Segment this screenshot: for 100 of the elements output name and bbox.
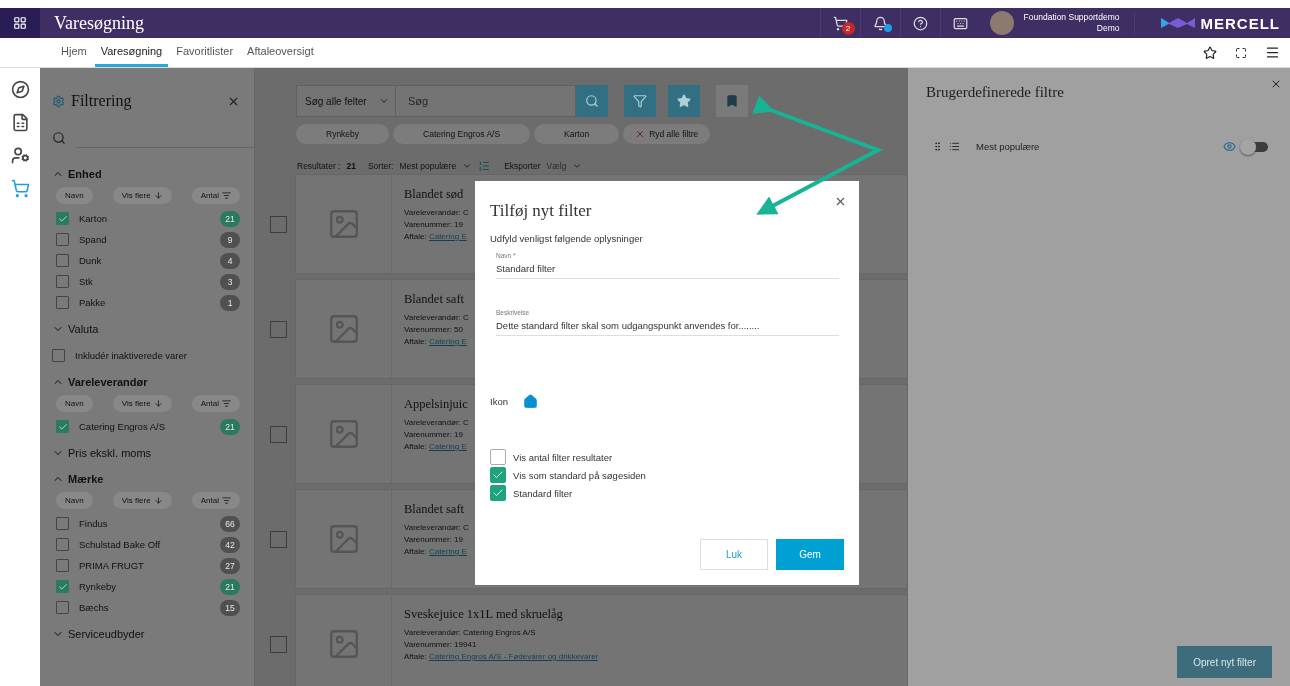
checkbox[interactable]: [56, 420, 69, 433]
sort-select[interactable]: Mest populære: [399, 160, 457, 171]
sort-button[interactable]: Antal: [191, 492, 240, 509]
check-icon: [57, 581, 68, 592]
filter-chip[interactable]: Karton: [534, 124, 620, 144]
search-button[interactable]: [576, 85, 608, 117]
checkbox[interactable]: [56, 275, 69, 288]
cart-icon[interactable]: [10, 179, 30, 198]
panel-title: Filtrering: [71, 92, 133, 110]
agreement-link[interactable]: Catering E: [428, 337, 467, 346]
section-header[interactable]: Enhed: [52, 164, 102, 184]
facet-label: Spand: [79, 234, 108, 245]
checkbox[interactable]: [490, 467, 506, 483]
arrow-down-icon: [153, 496, 163, 505]
sort-button[interactable]: Vis flere: [112, 395, 172, 412]
close-button[interactable]: [1270, 78, 1282, 90]
item-number-text: Varenummer: 19: [404, 535, 464, 544]
checkbox[interactable]: [490, 449, 506, 465]
filter-chip[interactable]: Catering Engros A/S: [393, 124, 531, 144]
logo-icon: [1160, 16, 1195, 30]
sort-button[interactable]: Vis flere: [112, 187, 172, 204]
user-settings-icon[interactable]: [10, 146, 30, 165]
toggle-switch[interactable]: [1242, 141, 1268, 152]
icon-picker-button[interactable]: [522, 394, 538, 409]
close-button[interactable]: [834, 195, 847, 208]
checkbox[interactable]: [56, 517, 69, 530]
settings-button[interactable]: [52, 94, 65, 108]
sort-button[interactable]: Vis flere: [112, 492, 172, 509]
export-select[interactable]: Vælg: [546, 160, 567, 171]
checkbox[interactable]: [56, 580, 69, 593]
search-field[interactable]: Søg: [396, 85, 576, 117]
checkbox[interactable]: [56, 296, 69, 309]
search-scope-select[interactable]: Søg alle felter: [296, 85, 396, 117]
row-checkbox[interactable]: [270, 635, 287, 653]
dialog-intro: Udfyld venligst følgende oplysninger: [490, 233, 644, 244]
menu-button[interactable]: [1265, 45, 1280, 60]
agreement-text: Aftale: Catering E: [404, 232, 468, 241]
facet-label: Bæchs: [79, 602, 110, 613]
row-checkbox[interactable]: [270, 425, 287, 443]
spreadsheet-icon[interactable]: [10, 113, 30, 132]
section-header[interactable]: Mærke: [52, 469, 104, 489]
checkbox[interactable]: [52, 349, 65, 362]
row-checkbox[interactable]: [270, 320, 287, 338]
checkbox[interactable]: [56, 559, 69, 572]
checkbox[interactable]: [56, 601, 69, 614]
row-checkbox[interactable]: [270, 215, 287, 233]
search-icon: [585, 94, 599, 108]
count-badge: 21: [220, 578, 240, 595]
nav-tab[interactable]: Aftaleoversigt: [241, 38, 320, 67]
sort-label: Sorter:: [367, 160, 394, 171]
search-button[interactable]: [52, 131, 66, 145]
sort-button[interactable]: Navn: [56, 492, 93, 509]
row-checkbox[interactable]: [270, 530, 287, 548]
bookmark-button[interactable]: [716, 85, 748, 117]
save-button[interactable]: Gem: [776, 539, 844, 570]
filter-button[interactable]: [624, 85, 656, 117]
agreement-link[interactable]: Catering E: [428, 232, 467, 241]
count-badge: 9: [220, 231, 240, 248]
product-card[interactable]: Sveskejuice 1x1L med skruelåg Vareleverandør: Catering Engros A/S Varenummer: 19941 Aftale: Catering Engros A/S - Fødevarer og drikkevarer: [295, 594, 908, 686]
checkbox[interactable]: [56, 212, 69, 225]
close-button[interactable]: Luk: [700, 539, 768, 570]
arrow-down-icon: [153, 399, 163, 408]
avatar[interactable]: [989, 11, 1014, 35]
filter-chip[interactable]: Rynkeby: [296, 124, 390, 144]
check-icon: [57, 421, 68, 432]
section-header[interactable]: Serviceudbyder: [52, 624, 145, 644]
sort-button[interactable]: Antal: [191, 395, 240, 412]
cart-button[interactable]: 2: [819, 8, 860, 38]
section-header[interactable]: Valuta: [52, 319, 99, 339]
apps-button[interactable]: [0, 8, 40, 38]
nav-tab[interactable]: Hjem: [55, 38, 93, 67]
drag-handle-button[interactable]: [932, 141, 943, 152]
list-button[interactable]: [949, 141, 960, 152]
check-icon: [492, 487, 504, 499]
sort-button[interactable]: Antal: [191, 187, 240, 204]
visibility-button[interactable]: [1223, 140, 1236, 153]
sort-lines-icon: [222, 399, 231, 408]
sort-button[interactable]: Navn: [56, 187, 93, 204]
supplier-text: Vareleverandør: C: [404, 523, 469, 532]
create-filter-button[interactable]: Opret nyt filter: [1177, 646, 1272, 678]
sort-order-button[interactable]: [478, 159, 491, 172]
section-header[interactable]: Vareleverandør: [52, 372, 148, 392]
agreement-link[interactable]: Catering E: [428, 442, 467, 451]
fullscreen-button[interactable]: [1235, 46, 1247, 59]
option-label: Vis som standard på søgesiden: [513, 469, 646, 481]
clear-filters-chip[interactable]: Ryd alle filtre: [623, 124, 711, 144]
star-icon: [677, 94, 691, 108]
checkbox[interactable]: [490, 485, 506, 501]
agreement-link[interactable]: Catering E: [428, 547, 467, 556]
compass-icon[interactable]: [10, 80, 30, 99]
sort-lines-icon: [222, 496, 231, 505]
checkbox[interactable]: [56, 233, 69, 246]
sort-button[interactable]: Navn: [56, 395, 93, 412]
checkbox[interactable]: [56, 538, 69, 551]
favorite-button[interactable]: [1203, 45, 1217, 60]
checkbox[interactable]: [56, 254, 69, 267]
section-header[interactable]: Pris ekskl. moms: [52, 443, 152, 463]
agreement-link[interactable]: Catering Engros A/S - Fødevarer og drikkevarer: [428, 652, 599, 661]
supplier-text: Vareleverandør: Catering Engros A/S: [404, 628, 537, 637]
nav-tab[interactable]: Favoritlister: [170, 38, 240, 67]
